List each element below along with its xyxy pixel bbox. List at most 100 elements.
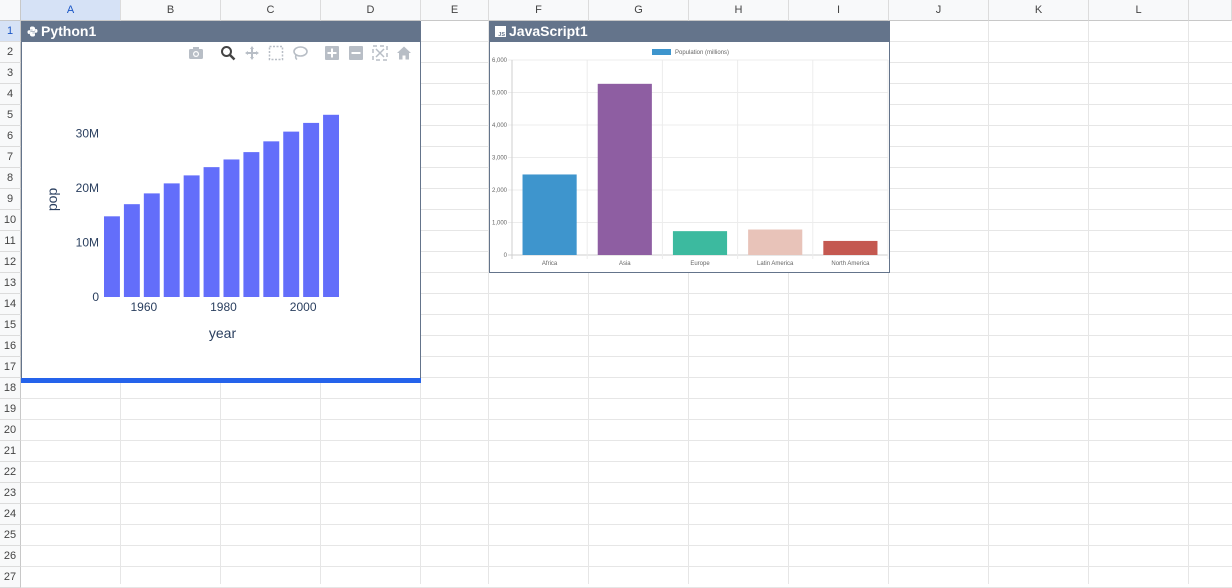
bar-1982 bbox=[223, 159, 240, 297]
python-icon bbox=[27, 26, 38, 37]
x-tick-label: Asia bbox=[619, 261, 631, 267]
row-header-18[interactable]: 18 bbox=[0, 378, 21, 399]
y-tick-label: 0 bbox=[504, 253, 508, 259]
python-chart-panel[interactable]: Python1 0 10M 20M 30M 1960 1980 2000 year pop bbox=[21, 21, 421, 383]
row-header-3[interactable]: 3 bbox=[0, 63, 21, 84]
python-panel-accent-bar bbox=[21, 378, 421, 383]
svg-text:JS: JS bbox=[498, 32, 505, 37]
y-tick-label: 0 bbox=[92, 290, 99, 304]
python-panel-title: Python1 bbox=[41, 23, 97, 39]
row-gridline bbox=[21, 545, 1232, 546]
row-header-21[interactable]: 21 bbox=[0, 441, 21, 462]
javascript-chart-panel[interactable]: JS JavaScript1 0 1,000 2,000 3,000 4,000 5,00… bbox=[489, 21, 890, 273]
column-header-h[interactable]: H bbox=[689, 0, 789, 21]
column-header-d[interactable]: D bbox=[321, 0, 421, 21]
legend-label: Population (millions) bbox=[675, 50, 729, 56]
column-header-a[interactable]: A bbox=[21, 0, 121, 21]
row-header-12[interactable]: 12 bbox=[0, 252, 21, 273]
bar-1952 bbox=[103, 216, 120, 297]
y-tick-label: 4,000 bbox=[492, 123, 508, 129]
python-panel-title-bar[interactable]: Python1 bbox=[22, 21, 420, 42]
column-header-f[interactable]: F bbox=[489, 0, 589, 21]
column-header-l[interactable]: L bbox=[1089, 0, 1189, 21]
row-header-6[interactable]: 6 bbox=[0, 126, 21, 147]
row-header-4[interactable]: 4 bbox=[0, 84, 21, 105]
row-header-8[interactable]: 8 bbox=[0, 168, 21, 189]
continent-population-bar-chart[interactable]: 0 1,000 2,000 3,000 4,000 5,000 6,000 Africa Asi… bbox=[490, 42, 889, 272]
bar-1957 bbox=[123, 204, 140, 297]
row-header-15[interactable]: 15 bbox=[0, 315, 21, 336]
column-header-k[interactable]: K bbox=[989, 0, 1089, 21]
row-header-17[interactable]: 17 bbox=[0, 357, 21, 378]
bar-1967 bbox=[163, 183, 180, 297]
row-gridline bbox=[21, 398, 1232, 399]
column-header-i[interactable]: I bbox=[789, 0, 889, 21]
bar-1962 bbox=[143, 193, 160, 297]
row-gridline bbox=[21, 419, 1232, 420]
javascript-panel-title-bar[interactable]: JS JavaScript1 bbox=[490, 21, 889, 42]
row-gridline bbox=[21, 482, 1232, 483]
row-header-24[interactable]: 24 bbox=[0, 504, 21, 525]
x-tick-label: Europe bbox=[690, 261, 710, 267]
row-header-5[interactable]: 5 bbox=[0, 105, 21, 126]
row-header-7[interactable]: 7 bbox=[0, 147, 21, 168]
bar-2007 bbox=[323, 114, 340, 297]
y-axis-title: pop bbox=[44, 188, 60, 212]
bar-1972 bbox=[183, 175, 200, 297]
row-header-10[interactable]: 10 bbox=[0, 210, 21, 231]
bar-2002 bbox=[303, 122, 320, 298]
column-header-c[interactable]: C bbox=[221, 0, 321, 21]
bar-asia bbox=[597, 83, 652, 255]
y-tick-label: 6,000 bbox=[492, 58, 508, 64]
row-header-26[interactable]: 26 bbox=[0, 546, 21, 567]
row-header-16[interactable]: 16 bbox=[0, 336, 21, 357]
y-tick-label: 3,000 bbox=[492, 156, 508, 162]
y-tick-label: 5,000 bbox=[492, 91, 508, 97]
bar-1987 bbox=[243, 152, 260, 297]
y-tick-label: 10M bbox=[76, 235, 99, 249]
column-header-filler bbox=[1189, 0, 1232, 21]
column-gridline bbox=[1088, 21, 1089, 584]
row-header-13[interactable]: 13 bbox=[0, 273, 21, 294]
bar-1977 bbox=[203, 167, 220, 297]
row-gridline bbox=[21, 440, 1232, 441]
row-header-11[interactable]: 11 bbox=[0, 231, 21, 252]
row-gridline bbox=[21, 461, 1232, 462]
column-header-j[interactable]: J bbox=[889, 0, 989, 21]
column-gridline bbox=[1188, 21, 1189, 584]
x-tick-label: Latin America bbox=[757, 261, 794, 267]
x-tick-label: 1960 bbox=[130, 300, 157, 314]
x-tick-label: 1980 bbox=[210, 300, 237, 314]
row-header-9[interactable]: 9 bbox=[0, 189, 21, 210]
column-header-b[interactable]: B bbox=[121, 0, 221, 21]
x-axis-title: year bbox=[209, 325, 237, 341]
row-gridline bbox=[21, 524, 1232, 525]
x-tick-label: 2000 bbox=[290, 300, 317, 314]
row-header-14[interactable]: 14 bbox=[0, 294, 21, 315]
y-tick-label: 20M bbox=[76, 181, 99, 195]
row-header-27[interactable]: 27 bbox=[0, 567, 21, 588]
row-header-22[interactable]: 22 bbox=[0, 462, 21, 483]
bar-africa bbox=[522, 174, 577, 255]
legend-swatch bbox=[652, 49, 671, 55]
row-header-20[interactable]: 20 bbox=[0, 420, 21, 441]
row-header-25[interactable]: 25 bbox=[0, 525, 21, 546]
column-header-e[interactable]: E bbox=[421, 0, 489, 21]
x-tick-label: North America bbox=[831, 261, 870, 267]
select-all-corner[interactable] bbox=[0, 0, 21, 21]
row-gridline bbox=[21, 503, 1232, 504]
y-tick-label: 2,000 bbox=[492, 188, 508, 194]
row-header-1[interactable]: 1 bbox=[0, 21, 21, 42]
row-gridline bbox=[21, 566, 1232, 567]
bar-north-america bbox=[823, 240, 878, 255]
row-header-23[interactable]: 23 bbox=[0, 483, 21, 504]
bar-europe bbox=[672, 231, 728, 255]
bar-1997 bbox=[283, 131, 300, 297]
javascript-icon: JS bbox=[495, 26, 506, 37]
y-tick-label: 1,000 bbox=[492, 221, 508, 227]
row-header-2[interactable]: 2 bbox=[0, 42, 21, 63]
bar-latin-america bbox=[748, 229, 803, 255]
column-header-g[interactable]: G bbox=[589, 0, 689, 21]
row-header-19[interactable]: 19 bbox=[0, 399, 21, 420]
population-bar-chart[interactable]: 0 10M 20M 30M 1960 1980 2000 year pop bbox=[22, 51, 420, 381]
